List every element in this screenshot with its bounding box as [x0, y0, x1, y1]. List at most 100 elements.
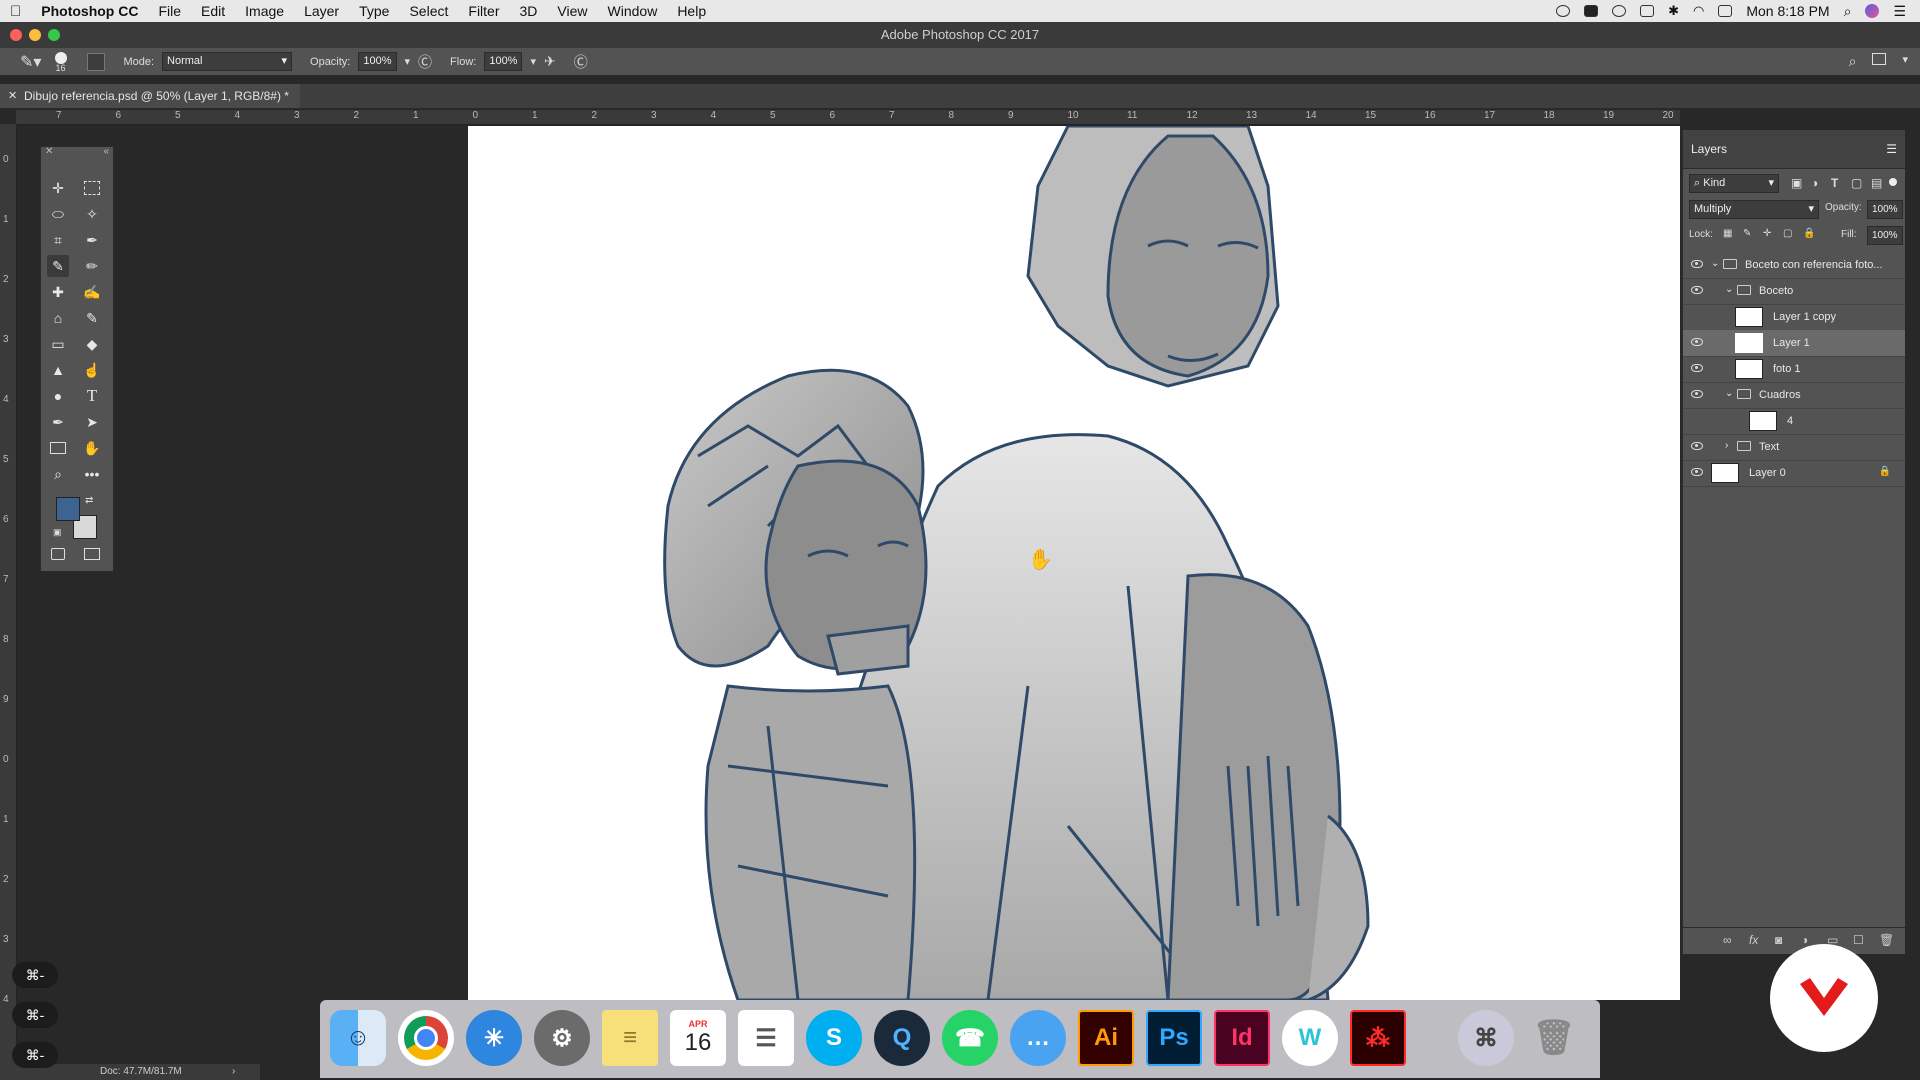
dock-illustrator-icon[interactable]: Ai [1078, 1010, 1134, 1066]
layer-row[interactable]: Layer 1 [1683, 330, 1905, 357]
crop-tool-icon[interactable]: ⌗ [47, 229, 69, 251]
dock-notes-icon[interactable]: ≡ [602, 1010, 658, 1066]
layers-panel-header[interactable]: Layers ☰ [1683, 130, 1905, 169]
sync-icon[interactable] [1612, 5, 1627, 17]
dock-safari-icon[interactable]: ✳ [466, 1010, 522, 1066]
eye-icon[interactable] [1691, 468, 1703, 476]
filter-pixel-icon[interactable]: ▣ [1791, 176, 1802, 190]
layer-row[interactable]: foto 1 [1683, 356, 1905, 383]
clone-stamp-tool-icon[interactable]: ⌂ [47, 307, 69, 329]
dock-system-preferences-icon[interactable]: ⚙ [534, 1010, 590, 1066]
delete-layer-icon[interactable]: 🗑 [1879, 933, 1894, 947]
airbrush-icon[interactable]: ✈ [544, 53, 556, 70]
eye-icon[interactable] [1691, 442, 1703, 450]
zoom-tool-icon[interactable]: ⌕ [47, 463, 69, 485]
dock-trash-icon[interactable]: 🗑 [1526, 1010, 1582, 1066]
path-selection-tool-icon[interactable]: ➤ [81, 411, 103, 433]
filter-kind-select[interactable]: ⌕ Kind ▾ [1689, 174, 1779, 193]
eye-icon[interactable] [1691, 338, 1703, 346]
chevron-down-icon[interactable]: ▾ [1902, 53, 1908, 70]
chevron-right-icon[interactable]: › [232, 1064, 235, 1080]
filter-smart-object-icon[interactable]: ▤ [1871, 176, 1882, 190]
filter-toggle-icon[interactable] [1889, 178, 1897, 186]
document-tab[interactable]: ✕ Dibujo referencia.psd @ 50% (Layer 1, … [0, 84, 300, 108]
layer-row[interactable]: ⌄ Cuadros [1683, 382, 1905, 409]
filter-adjustment-icon[interactable]: ◑ [1811, 176, 1818, 190]
brush-panel-toggle-icon[interactable] [87, 52, 106, 71]
filter-type-icon[interactable]: T [1831, 176, 1838, 190]
wifi-icon[interactable]: ◠ [1693, 3, 1704, 19]
link-layers-icon[interactable]: ∞ [1723, 933, 1732, 947]
layer-row[interactable]: Layer 1 copy [1683, 304, 1905, 331]
move-tool-icon[interactable]: ✛ [47, 177, 69, 199]
clock-text[interactable]: Mon 8:18 PM [1746, 3, 1829, 19]
menu-edit[interactable]: Edit [191, 3, 235, 19]
app-menu[interactable]: Photoshop CC [31, 3, 148, 19]
dock-finder-icon[interactable]: ☺ [330, 1010, 386, 1066]
lock-image-icon[interactable]: ✎ [1743, 228, 1751, 239]
dock-w-app-icon[interactable]: W [1282, 1010, 1338, 1066]
marquee-tool-icon[interactable] [81, 177, 103, 199]
apple-menu-icon[interactable]:  [0, 3, 31, 20]
layer-row[interactable]: ⌄ Boceto [1683, 278, 1905, 305]
menu-file[interactable]: File [148, 3, 191, 19]
layer-row[interactable]: Layer 0 🔒 [1683, 460, 1905, 487]
dock-acrobat-icon[interactable]: ⁂ [1350, 1010, 1406, 1066]
layer-row[interactable]: › Text [1683, 434, 1905, 461]
chevron-down-icon[interactable]: ⌄ [1725, 284, 1733, 295]
brush-tool-preset-icon[interactable]: ✎▾ [20, 52, 41, 72]
panel-menu-icon[interactable]: ☰ [1886, 130, 1897, 168]
more-tools-icon[interactable]: ••• [81, 463, 103, 485]
dock-photoshop-icon[interactable]: Ps [1146, 1010, 1202, 1066]
menu-select[interactable]: Select [399, 3, 458, 19]
record-icon[interactable] [1556, 5, 1571, 17]
flow-slider-toggle-icon[interactable]: ▾ [530, 55, 536, 68]
document-canvas[interactable]: ✋ [468, 126, 1680, 1000]
bluetooth-icon[interactable]: ✱ [1668, 3, 1679, 19]
eye-icon[interactable] [1691, 364, 1703, 372]
menu-help[interactable]: Help [667, 3, 716, 19]
dock-messages-icon[interactable]: … [1010, 1010, 1066, 1066]
art-history-brush-tool-icon[interactable]: ✎ [81, 307, 103, 329]
vertical-ruler[interactable]: 0 1 2 3 4 5 6 7 8 9 0 1 2 3 4 [0, 124, 17, 1064]
minimize-window-button[interactable] [29, 29, 41, 41]
menu-type[interactable]: Type [349, 3, 399, 19]
lock-all-icon[interactable]: 🔒 [1803, 228, 1815, 239]
lock-artboard-icon[interactable]: ▢ [1783, 228, 1792, 239]
siri-icon[interactable] [1865, 4, 1880, 18]
eraser-tool-icon[interactable]: ▭ [47, 333, 69, 355]
type-tool-icon[interactable]: T [81, 385, 103, 407]
dock-chrome-icon[interactable] [398, 1010, 454, 1066]
display-icon[interactable] [1640, 5, 1655, 17]
dock-skype-icon[interactable]: S [806, 1010, 862, 1066]
pressure-opacity-icon[interactable]: Ⓒ [418, 52, 432, 72]
pencil-tool-icon[interactable]: ✏ [81, 255, 103, 277]
visibility-off-box[interactable] [1691, 312, 1703, 322]
rectangle-tool-icon[interactable] [47, 437, 69, 459]
dodge-tool-icon[interactable]: ● [47, 385, 69, 407]
dock-calendar-icon[interactable]: APR 16 [670, 1010, 726, 1066]
lock-position-icon[interactable]: ✛ [1763, 228, 1771, 239]
layer-row[interactable]: ⌄ Boceto con referencia foto... [1683, 252, 1905, 279]
pen-tool-icon[interactable]: ✒ [47, 411, 69, 433]
flow-input[interactable]: 100% [484, 52, 523, 71]
menu-window[interactable]: Window [598, 3, 668, 19]
default-colors-icon[interactable]: ▣ [53, 527, 62, 538]
blend-mode-select[interactable]: Multiply ▾ [1689, 200, 1819, 219]
close-panel-icon[interactable]: ✕ [45, 146, 53, 157]
eye-icon[interactable] [1691, 260, 1703, 268]
menu-filter[interactable]: Filter [458, 3, 509, 19]
command-icon[interactable] [1584, 5, 1599, 17]
smudge-tool-icon[interactable]: ☝ [81, 359, 103, 381]
airplay-icon[interactable] [1718, 5, 1733, 17]
mode-select[interactable]: Normal ▾ [162, 52, 293, 71]
layer-style-icon[interactable]: fx [1749, 933, 1758, 947]
close-window-button[interactable] [10, 29, 22, 41]
filter-shape-icon[interactable]: ▢ [1851, 176, 1862, 190]
eye-icon[interactable] [1691, 286, 1703, 294]
menu-3d[interactable]: 3D [510, 3, 548, 19]
dock-reminders-icon[interactable]: ☰ [738, 1010, 794, 1066]
dock-whatsapp-icon[interactable]: ☎ [942, 1010, 998, 1066]
notification-center-icon[interactable]: ☰ [1893, 3, 1906, 20]
dock-indesign-icon[interactable]: Id [1214, 1010, 1270, 1066]
